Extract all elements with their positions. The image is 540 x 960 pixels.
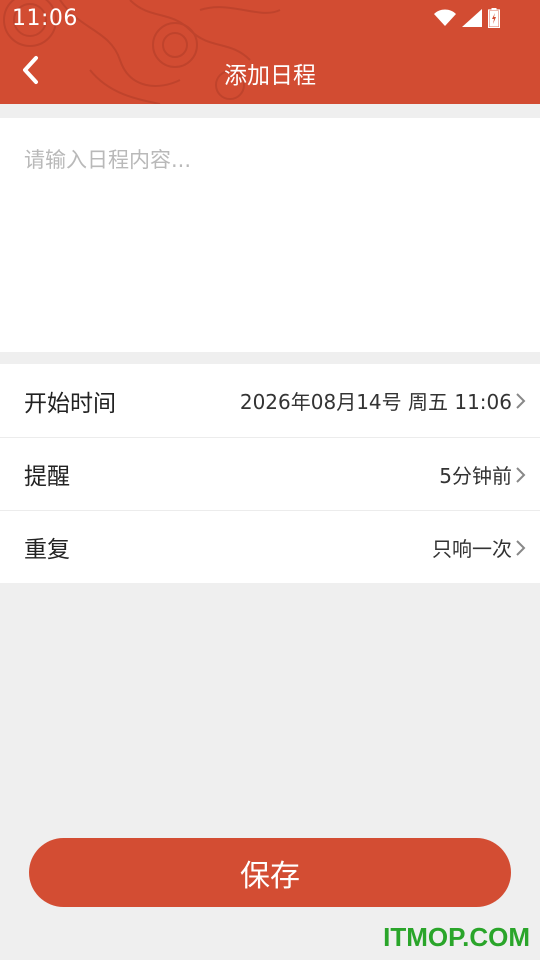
repeat-value: 只响一次: [432, 536, 512, 561]
wifi-icon: [434, 9, 456, 26]
schedule-content-input[interactable]: [0, 118, 540, 352]
start-time-label: 开始时间: [24, 390, 116, 417]
signal-icon: [462, 9, 482, 27]
repeat-row[interactable]: 重复 只响一次: [0, 510, 540, 583]
nav-bar: 添加日程: [0, 36, 540, 104]
status-icons: [434, 8, 500, 28]
save-button[interactable]: 保存: [29, 838, 511, 907]
chevron-right-icon: [516, 393, 526, 409]
repeat-label: 重复: [24, 537, 70, 563]
chevron-right-icon: [516, 540, 526, 556]
content-area: [0, 118, 540, 352]
status-time: 11:06: [12, 6, 78, 31]
status-bar: 11:06: [0, 0, 540, 36]
start-time-row[interactable]: 开始时间 2026年08月14号 周五 11:06: [0, 364, 540, 437]
reminder-value: 5分钟前: [439, 463, 512, 488]
battery-icon: [488, 8, 500, 28]
start-time-value: 2026年08月14号 周五 11:06: [239, 390, 512, 414]
reminder-label: 提醒: [24, 464, 70, 490]
watermark: ITMOP.COM: [383, 922, 530, 952]
chevron-right-icon: [516, 467, 526, 483]
settings-list: 开始时间 2026年08月14号 周五 11:06 提醒 5分钟前 重复 只响一…: [0, 364, 540, 583]
page-title: 添加日程: [224, 63, 316, 89]
reminder-row[interactable]: 提醒 5分钟前: [0, 437, 540, 510]
header: 11:06 添加日程: [0, 0, 540, 104]
